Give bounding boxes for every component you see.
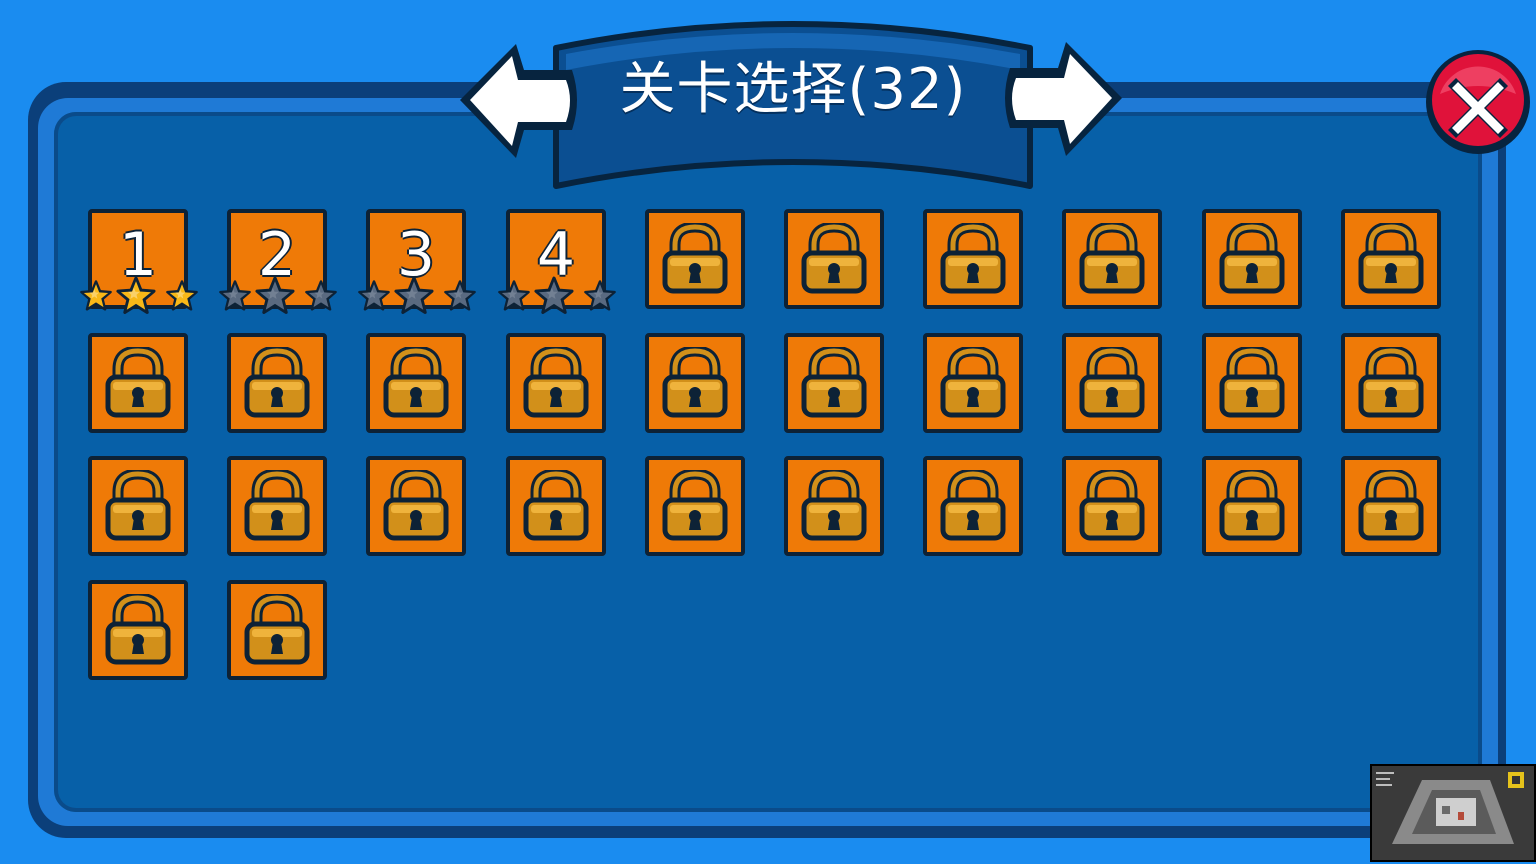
level-tile-locked[interactable] [784, 456, 884, 556]
close-icon [1426, 50, 1530, 154]
close-button[interactable] [1422, 46, 1534, 158]
title-banner: 关卡选择(32) [548, 10, 1038, 196]
level-tile-locked[interactable] [784, 209, 884, 309]
level-tile-locked[interactable] [506, 333, 606, 433]
lock-icon [801, 347, 867, 418]
lock-icon [1079, 470, 1145, 541]
level-tile-locked[interactable] [1341, 456, 1441, 556]
lock-icon [662, 223, 728, 294]
star-empty-icon [394, 276, 434, 314]
level-tile-locked[interactable] [506, 456, 606, 556]
star-filled-icon [80, 280, 112, 311]
lock-icon [523, 347, 589, 418]
minimap-thumbnail [1370, 764, 1536, 862]
level-tile-locked[interactable] [1062, 333, 1162, 433]
level-tile-locked[interactable] [88, 456, 188, 556]
star-empty-icon [255, 276, 295, 314]
lock-icon [1219, 470, 1285, 541]
lock-icon [1079, 223, 1145, 294]
level-tile-locked[interactable] [645, 209, 745, 309]
level-tile-locked[interactable] [923, 209, 1023, 309]
lock-icon [244, 594, 310, 665]
star-empty-icon [305, 280, 337, 311]
star-empty-icon [219, 280, 251, 311]
star-empty-icon [444, 280, 476, 311]
level-tile-locked[interactable] [1062, 456, 1162, 556]
level-tile-locked[interactable] [1202, 456, 1302, 556]
star-empty-icon [358, 280, 390, 311]
lock-icon [940, 470, 1006, 541]
lock-icon [1358, 470, 1424, 541]
level-stars [213, 271, 343, 315]
next-page-button[interactable] [1000, 34, 1130, 164]
level-tile-locked[interactable] [1341, 209, 1441, 309]
lock-icon [662, 347, 728, 418]
level-tile-locked[interactable] [1202, 209, 1302, 309]
lock-icon [940, 223, 1006, 294]
level-tile-locked[interactable] [1062, 209, 1162, 309]
level-tile-locked[interactable] [784, 333, 884, 433]
level-tile-locked[interactable] [923, 456, 1023, 556]
level-tile-locked[interactable] [88, 333, 188, 433]
lock-icon [105, 594, 171, 665]
arrow-right-icon [1005, 42, 1122, 156]
level-tile-locked[interactable] [1202, 333, 1302, 433]
star-empty-icon [534, 276, 574, 314]
lock-icon [523, 470, 589, 541]
lock-icon [105, 470, 171, 541]
level-tile-locked[interactable] [227, 456, 327, 556]
lock-icon [801, 470, 867, 541]
level-tile-locked[interactable] [227, 580, 327, 680]
page-title: 关卡选择(32) [619, 57, 967, 122]
lock-icon [1358, 347, 1424, 418]
level-tile-locked[interactable] [645, 333, 745, 433]
lock-icon [662, 470, 728, 541]
star-filled-icon [116, 276, 156, 314]
level-stars [352, 271, 482, 315]
lock-icon [383, 470, 449, 541]
prev-page-button[interactable] [452, 36, 582, 166]
level-tile-locked[interactable] [366, 333, 466, 433]
level-tile-locked[interactable] [227, 333, 327, 433]
lock-icon [244, 347, 310, 418]
level-tile-locked[interactable] [645, 456, 745, 556]
arrow-left-icon [460, 44, 577, 158]
lock-icon [1219, 347, 1285, 418]
level-stars [74, 271, 204, 315]
lock-icon [1079, 347, 1145, 418]
level-tile-locked[interactable] [366, 456, 466, 556]
lock-icon [105, 347, 171, 418]
lock-icon [383, 347, 449, 418]
level-stars [492, 271, 622, 315]
star-empty-icon [498, 280, 530, 311]
lock-icon [940, 347, 1006, 418]
lock-icon [1219, 223, 1285, 294]
level-tile-locked[interactable] [88, 580, 188, 680]
lock-icon [244, 470, 310, 541]
level-tile-locked[interactable] [923, 333, 1023, 433]
star-filled-icon [166, 280, 198, 311]
star-empty-icon [584, 280, 616, 311]
lock-icon [1358, 223, 1424, 294]
lock-icon [801, 223, 867, 294]
level-tile-locked[interactable] [1341, 333, 1441, 433]
